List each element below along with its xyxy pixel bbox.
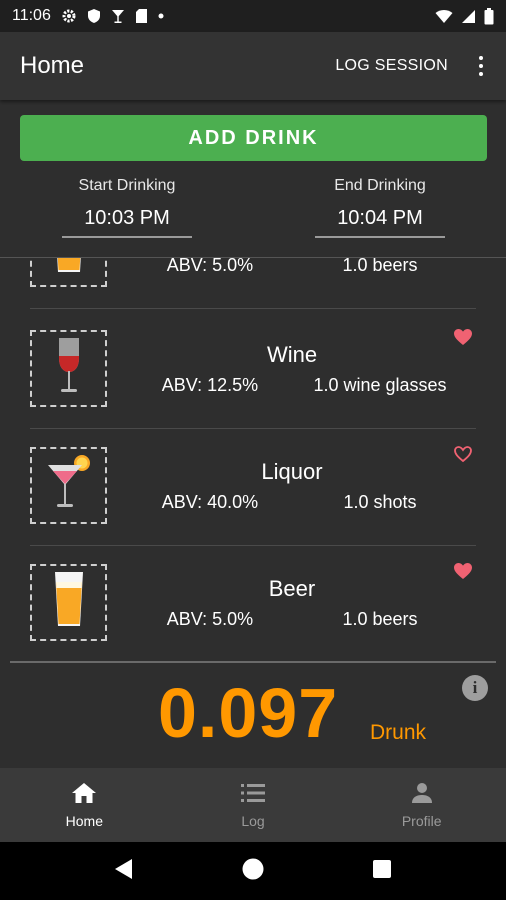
drink-quantity: 1.0 shots bbox=[343, 492, 417, 512]
status-time: 11:06 bbox=[12, 7, 51, 24]
drink-thumbnail[interactable] bbox=[30, 564, 107, 641]
bac-panel: 0.097 Drunk i bbox=[10, 661, 496, 768]
bottom-navigation: Home Log Profile bbox=[0, 768, 506, 842]
favorite-heart-outline-icon[interactable] bbox=[453, 445, 473, 468]
overflow-menu-icon[interactable] bbox=[476, 56, 486, 76]
app-bar: Home LOG SESSION bbox=[0, 32, 506, 100]
favorite-heart-icon[interactable] bbox=[453, 562, 473, 585]
drink-thumbnail[interactable] bbox=[30, 258, 107, 287]
start-drinking-field[interactable]: Start Drinking 10:03 PM bbox=[62, 177, 192, 238]
recents-icon[interactable] bbox=[372, 859, 392, 884]
home-icon bbox=[71, 782, 97, 807]
list-icon bbox=[240, 782, 266, 807]
start-time-value[interactable]: 10:03 PM bbox=[62, 207, 192, 238]
drink-item-beer-partial[interactable]: ABV: 5.0% 1.0 beers bbox=[0, 257, 506, 309]
bac-value: 0.097 bbox=[158, 674, 339, 752]
drink-name: Wine bbox=[266, 342, 318, 367]
drink-thumbnail[interactable] bbox=[30, 447, 107, 524]
beer-glass-icon bbox=[52, 258, 86, 281]
end-drinking-label: End Drinking bbox=[334, 177, 426, 194]
back-icon[interactable] bbox=[114, 858, 134, 885]
system-navigation-bar bbox=[0, 842, 506, 900]
shield-icon bbox=[87, 8, 101, 24]
person-icon bbox=[410, 782, 434, 807]
nav-home[interactable]: Home bbox=[0, 768, 169, 842]
drink-quantity: 1.0 beers bbox=[342, 257, 418, 275]
bac-status: Drunk bbox=[370, 721, 427, 744]
drink-abv: ABV: 5.0% bbox=[166, 609, 254, 629]
drink-abv: ABV: 40.0% bbox=[161, 492, 259, 512]
sd-card-icon bbox=[135, 8, 148, 24]
drink-item-liquor[interactable]: Liquor ABV: 40.0% 1.0 shots bbox=[0, 429, 506, 546]
drink-abv: ABV: 12.5% bbox=[161, 375, 259, 395]
wine-glass-icon bbox=[54, 336, 84, 401]
drink-item-wine[interactable]: Wine ABV: 12.5% 1.0 wine glasses bbox=[0, 312, 506, 429]
drink-item-beer[interactable]: Beer ABV: 5.0% 1.0 beers bbox=[0, 546, 506, 663]
log-session-button[interactable]: LOG SESSION bbox=[335, 57, 448, 75]
cocktail-glass-icon bbox=[44, 453, 94, 518]
main-content: ADD DRINK Start Drinking 10:03 PM End Dr… bbox=[0, 100, 506, 768]
drink-quantity: 1.0 beers bbox=[342, 609, 418, 629]
start-drinking-label: Start Drinking bbox=[78, 177, 176, 194]
info-icon[interactable]: i bbox=[462, 675, 488, 701]
page-title: Home bbox=[20, 52, 85, 79]
nav-home-label: Home bbox=[65, 812, 104, 829]
wifi-icon bbox=[435, 9, 453, 24]
end-time-value[interactable]: 10:04 PM bbox=[315, 207, 445, 238]
nav-profile[interactable]: Profile bbox=[337, 768, 506, 842]
status-bar: 11:06 bbox=[0, 0, 506, 32]
nav-log[interactable]: Log bbox=[169, 768, 338, 842]
home-circle-icon[interactable] bbox=[241, 857, 265, 886]
drink-quantity: 1.0 wine glasses bbox=[313, 375, 447, 395]
battery-icon bbox=[484, 7, 494, 25]
drink-name: Beer bbox=[268, 576, 316, 601]
drink-name: Liquor bbox=[261, 459, 323, 484]
nav-log-label: Log bbox=[241, 812, 265, 829]
drink-list[interactable]: ABV: 5.0% 1.0 beers Wine ABV: 12.5% 1.0 … bbox=[0, 257, 506, 663]
beer-glass-icon bbox=[52, 570, 86, 635]
favorite-heart-icon[interactable] bbox=[453, 328, 473, 351]
add-drink-button[interactable]: ADD DRINK bbox=[20, 115, 487, 161]
dot-icon bbox=[158, 13, 164, 19]
cellular-icon bbox=[461, 9, 476, 24]
drink-abv: ABV: 5.0% bbox=[166, 257, 254, 275]
gear-icon bbox=[61, 8, 77, 24]
cocktail-icon bbox=[111, 8, 125, 24]
nav-profile-label: Profile bbox=[401, 812, 442, 829]
drink-thumbnail[interactable] bbox=[30, 330, 107, 407]
end-drinking-field[interactable]: End Drinking 10:04 PM bbox=[315, 177, 445, 238]
